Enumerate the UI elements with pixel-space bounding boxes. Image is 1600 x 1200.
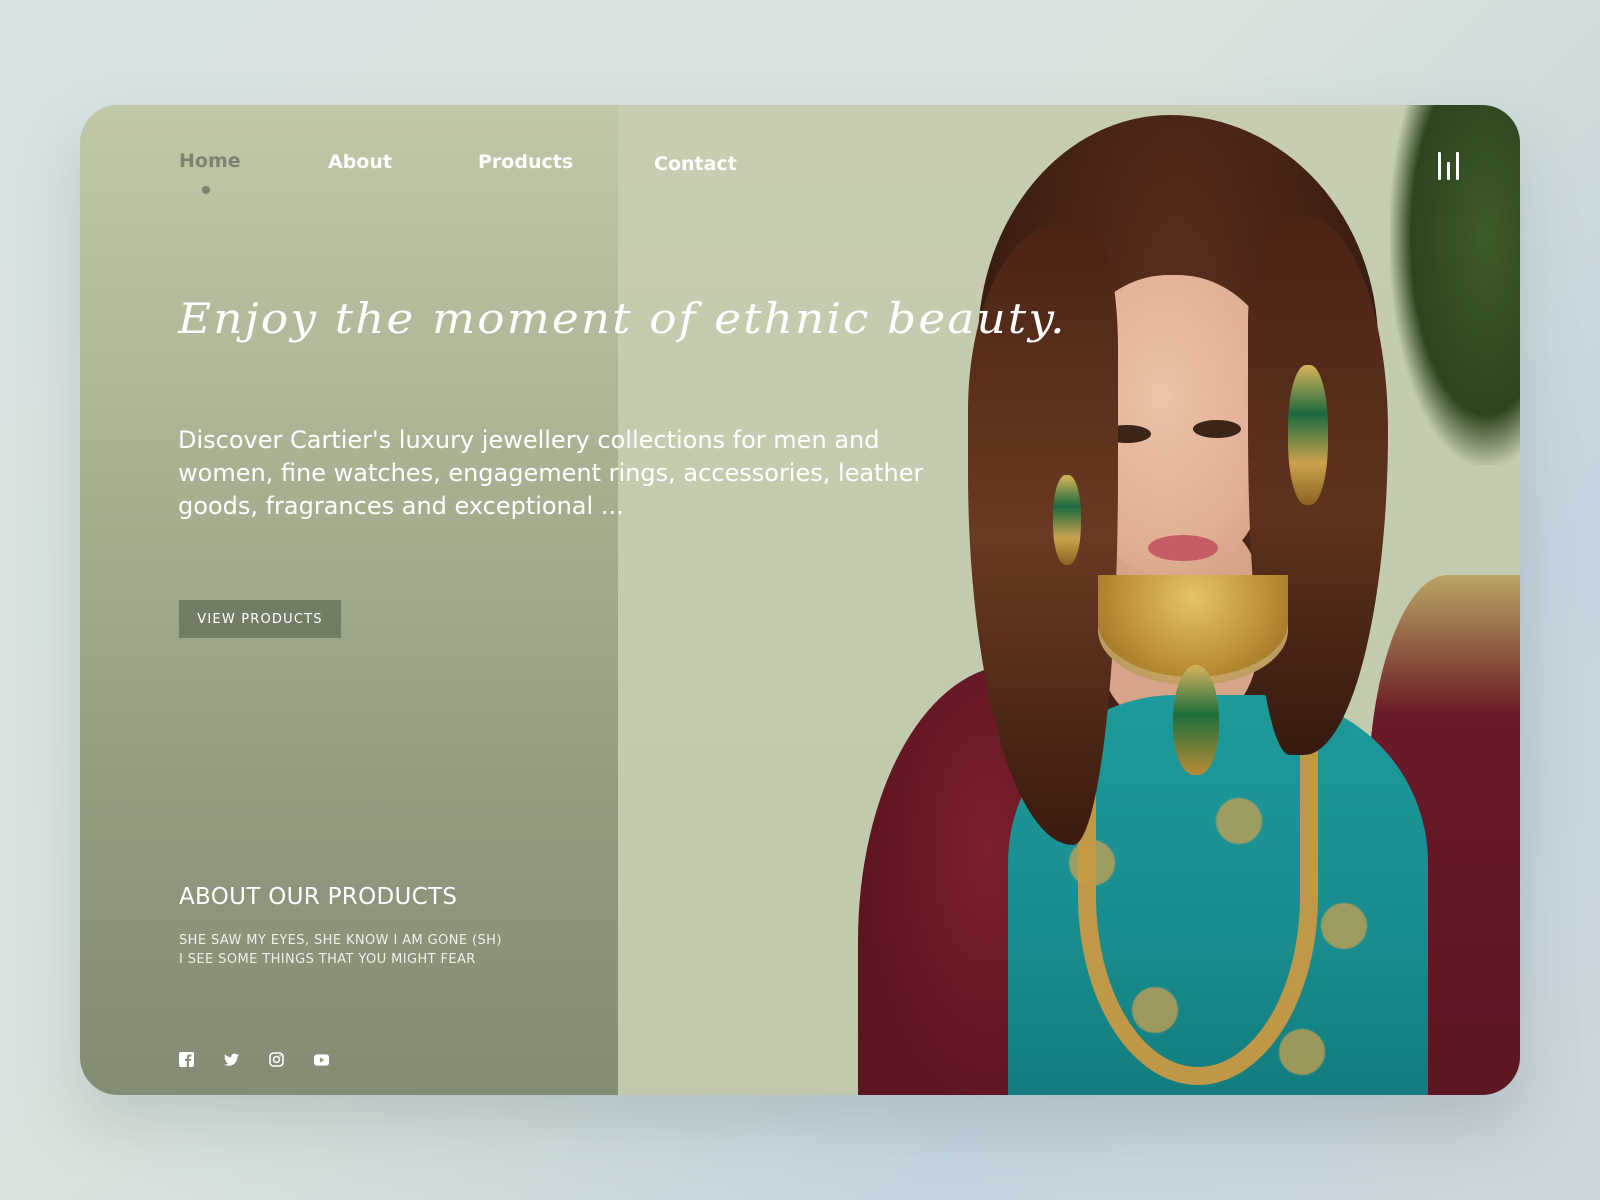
youtube-icon[interactable]: [314, 1052, 329, 1067]
facebook-icon[interactable]: [179, 1052, 194, 1067]
nav-about[interactable]: About: [328, 151, 392, 173]
earring-left-shape: [1053, 475, 1081, 565]
earring-right-shape: [1288, 365, 1328, 505]
about-line-2: I SEE SOME THINGS THAT YOU MIGHT FEAR: [179, 952, 476, 967]
menu-bar-2: [1447, 162, 1450, 180]
view-products-button[interactable]: VIEW PRODUCTS: [179, 600, 341, 638]
lips-shape: [1148, 535, 1218, 561]
nav-home[interactable]: Home: [179, 150, 241, 172]
menu-bar-1: [1438, 152, 1441, 180]
model-photo: [848, 105, 1520, 1095]
hero-headline: Enjoy the moment of ethnic beauty.: [178, 294, 1067, 343]
twitter-icon[interactable]: [224, 1052, 239, 1067]
menu-bar-3: [1456, 152, 1459, 180]
active-nav-indicator: [202, 186, 210, 194]
about-line-1: SHE SAW MY EYES, SHE KNOW I AM GONE (SH): [179, 933, 502, 948]
nav-products[interactable]: Products: [478, 151, 573, 173]
nav-contact[interactable]: Contact: [654, 153, 737, 175]
eye-right-shape: [1193, 420, 1241, 438]
pendant-shape: [1173, 665, 1219, 775]
about-products-title: ABOUT OUR PRODUCTS: [179, 884, 458, 910]
instagram-icon[interactable]: [269, 1052, 284, 1067]
hero-description: Discover Cartier's luxury jewellery coll…: [178, 426, 924, 520]
menu-bars-icon[interactable]: [1438, 150, 1466, 180]
social-links: [179, 1052, 329, 1067]
